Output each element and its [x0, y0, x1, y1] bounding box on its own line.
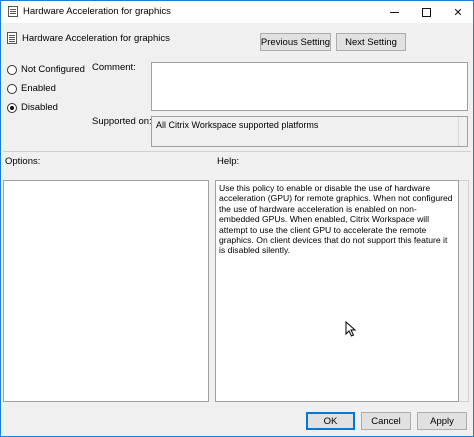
maximize-button[interactable] [411, 1, 441, 23]
options-panel[interactable] [3, 180, 209, 402]
close-icon: ✕ [453, 6, 463, 19]
minimize-button[interactable] [379, 1, 409, 23]
ok-button[interactable]: OK [306, 412, 355, 430]
title-bar[interactable]: Hardware Acceleration for graphics ✕ [1, 1, 473, 23]
radio-label: Not Configured [21, 64, 85, 75]
supported-on-value: All Citrix Workspace supported platforms [156, 120, 319, 130]
help-text: Use this policy to enable or disable the… [219, 183, 453, 256]
maximize-icon [421, 7, 431, 17]
policy-document-icon [7, 32, 17, 44]
close-button[interactable]: ✕ [443, 1, 473, 23]
supported-on-scrollbar[interactable] [458, 117, 467, 146]
radio-label: Disabled [21, 102, 58, 113]
supported-on-label: Supported on: [92, 116, 152, 127]
minimize-icon [389, 11, 399, 13]
radio-disabled[interactable]: Disabled [7, 102, 58, 113]
help-label: Help: [217, 156, 240, 167]
comment-textarea[interactable] [151, 62, 468, 111]
section-divider [3, 151, 471, 152]
mouse-pointer-icon [345, 321, 357, 337]
radio-label: Enabled [21, 83, 56, 94]
radio-indicator[interactable] [7, 64, 17, 75]
help-scrollbar[interactable] [459, 180, 469, 402]
next-setting-button[interactable]: Next Setting [336, 33, 406, 51]
window-title: Hardware Acceleration for graphics [23, 6, 171, 17]
cancel-button[interactable]: Cancel [361, 412, 411, 430]
radio-indicator-checked[interactable] [7, 102, 17, 113]
policy-dialog-window: Hardware Acceleration for graphics ✕ Har… [0, 0, 474, 437]
previous-setting-button[interactable]: Previous Setting [260, 33, 331, 51]
comment-label: Comment: [92, 62, 136, 73]
supported-on-field: All Citrix Workspace supported platforms [151, 116, 468, 147]
options-label: Options: [5, 156, 41, 167]
radio-indicator[interactable] [7, 83, 17, 94]
radio-not-configured[interactable]: Not Configured [7, 64, 85, 75]
policy-document-icon [8, 6, 18, 17]
help-panel[interactable]: Use this policy to enable or disable the… [215, 180, 459, 402]
setting-title: Hardware Acceleration for graphics [22, 33, 170, 44]
radio-enabled[interactable]: Enabled [7, 83, 56, 94]
apply-button[interactable]: Apply [417, 412, 467, 430]
